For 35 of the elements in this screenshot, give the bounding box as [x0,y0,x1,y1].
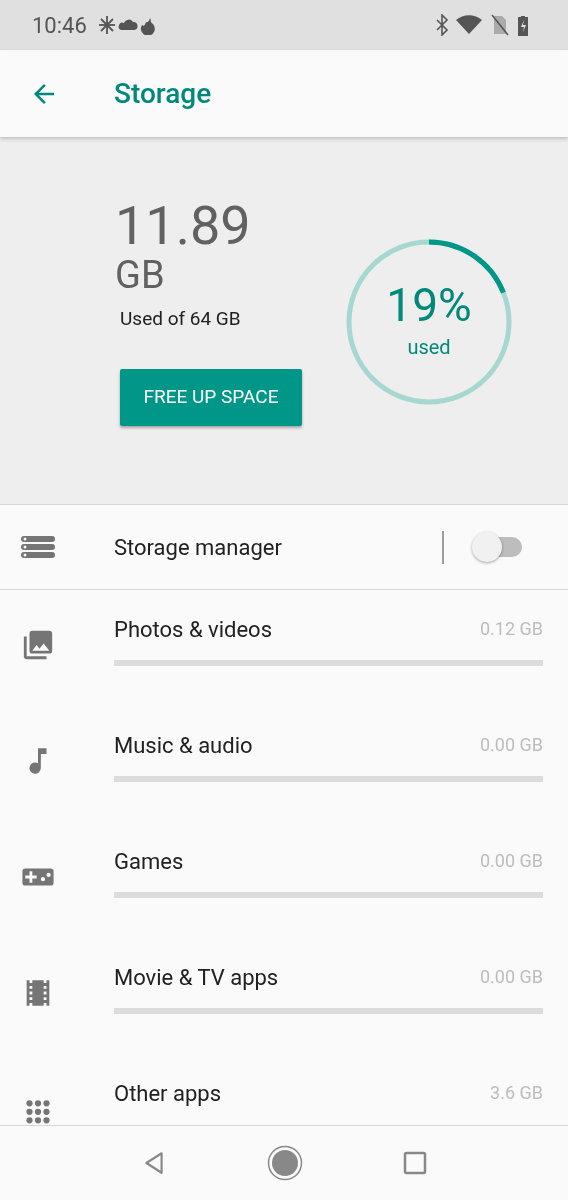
bluetooth-icon [436,14,449,36]
used-caption: Used of 64 GB [120,306,242,332]
no-sim-icon [491,14,509,36]
used-unit: GB [115,253,166,297]
photos-icon [21,628,55,662]
category-label: Games [114,848,185,876]
battery-charging-icon [518,16,528,36]
snowflake-icon [98,15,116,35]
usage-percent: 19% [386,282,472,328]
storage-stack-icon [21,536,55,558]
category-size: 0.12 GB [479,617,543,641]
category-size: 3.6 GB [490,1081,543,1105]
category-size: 0.00 GB [479,965,543,989]
category-row[interactable]: Movie & TV apps 0.00 GB [0,938,568,1054]
category-label: Music & audio [114,732,254,760]
category-label: Other apps [114,1080,223,1108]
used-amount: 11.89 [115,199,252,253]
category-size: 0.00 GB [479,733,543,757]
home-nav-icon[interactable] [267,1145,303,1181]
storage-manager-label: Storage manager [114,533,283,562]
wifi-icon [456,15,482,34]
category-row[interactable]: Other apps 3.6 GB [0,1054,568,1125]
category-row[interactable]: Games 0.00 GB [0,822,568,938]
free-up-space-button[interactable]: FREE UP SPACE [120,368,302,426]
status-time: 10:46 [32,11,87,40]
category-row[interactable]: Music & audio 0.00 GB [0,706,568,822]
cloud-icon [118,19,138,30]
category-size: 0.00 GB [479,849,543,873]
flame-icon [140,18,155,35]
category-label: Photos & videos [114,616,273,644]
overview-nav-icon[interactable] [403,1151,427,1175]
category-row[interactable]: Photos & videos 0.12 GB [0,590,568,706]
page-title: Storage [114,75,212,112]
usage-label: used [407,334,451,361]
category-label: Movie & TV apps [114,964,280,992]
